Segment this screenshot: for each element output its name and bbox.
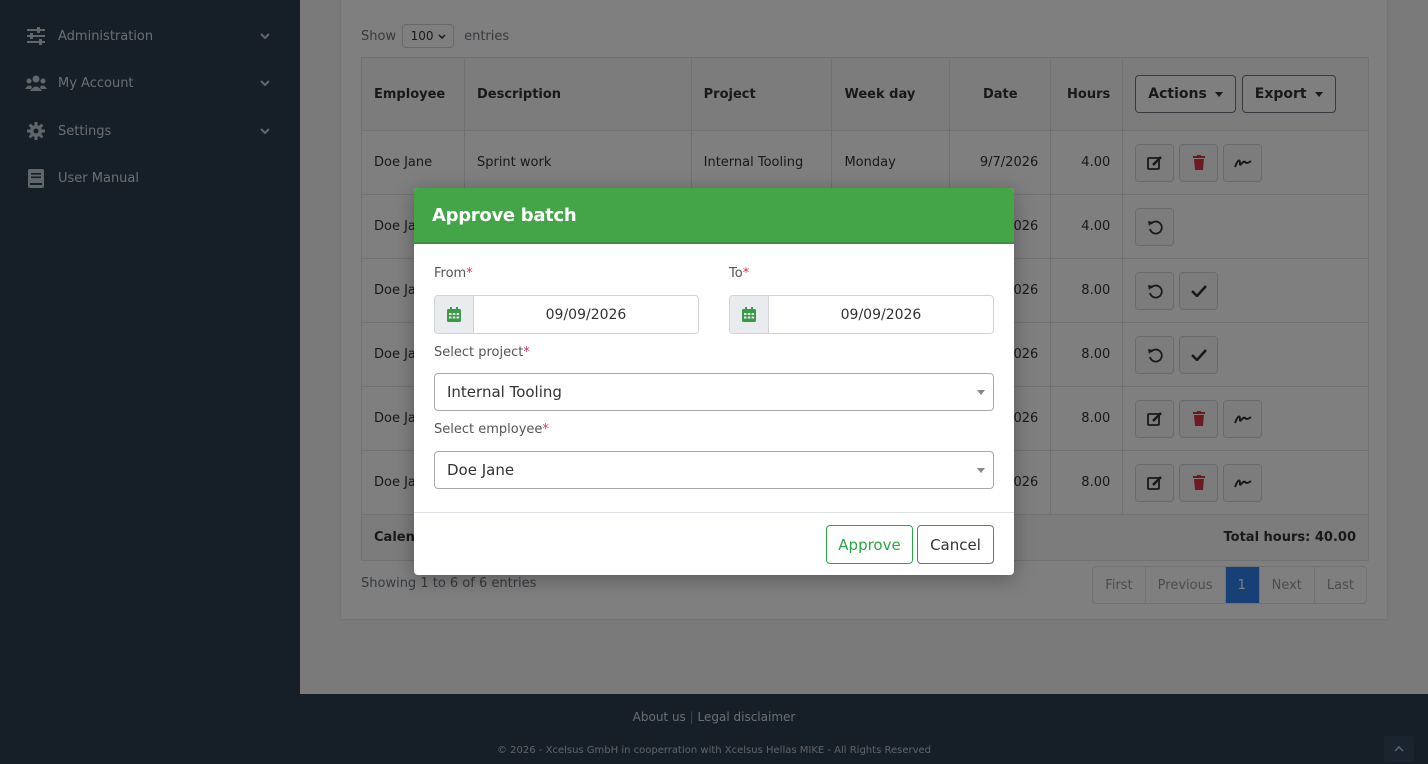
- project-label-text: Select project: [434, 345, 524, 360]
- required-mark: *: [523, 345, 530, 360]
- required-mark: *: [742, 266, 750, 281]
- to-label: To*: [729, 266, 749, 281]
- to-date-group: [729, 295, 994, 334]
- approve-batch-modal: Approve batch From* To* Select project* …: [414, 188, 1014, 575]
- calendar-icon[interactable]: [730, 296, 769, 333]
- employee-label-text: Select employee: [434, 422, 543, 437]
- project-label: Select project*: [434, 345, 530, 360]
- modal-body: From* To* Select project* Internal Tooli…: [414, 244, 1014, 512]
- calendar-icon[interactable]: [435, 296, 474, 333]
- employee-select[interactable]: Doe Jane: [434, 451, 994, 489]
- project-select[interactable]: Internal Tooling: [434, 373, 994, 411]
- required-mark: *: [466, 266, 473, 281]
- dropdown-arrow-icon: [977, 468, 985, 473]
- employee-select-value: Doe Jane: [447, 461, 515, 479]
- dropdown-arrow-icon: [977, 390, 985, 395]
- employee-label: Select employee*: [434, 422, 549, 437]
- modal-footer: Approve Cancel: [414, 512, 1014, 575]
- from-date-group: [434, 295, 699, 334]
- to-date-input[interactable]: [769, 296, 993, 333]
- from-label-text: From: [434, 266, 467, 281]
- cancel-button[interactable]: Cancel: [917, 525, 994, 564]
- project-select-value: Internal Tooling: [447, 383, 562, 401]
- to-label-text: To: [729, 266, 743, 281]
- from-label: From*: [434, 266, 473, 281]
- approve-button[interactable]: Approve: [826, 525, 913, 564]
- required-mark: *: [542, 422, 549, 437]
- from-date-input[interactable]: [474, 296, 698, 333]
- modal-title: Approve batch: [432, 204, 577, 226]
- modal-header: Approve batch: [414, 188, 1014, 244]
